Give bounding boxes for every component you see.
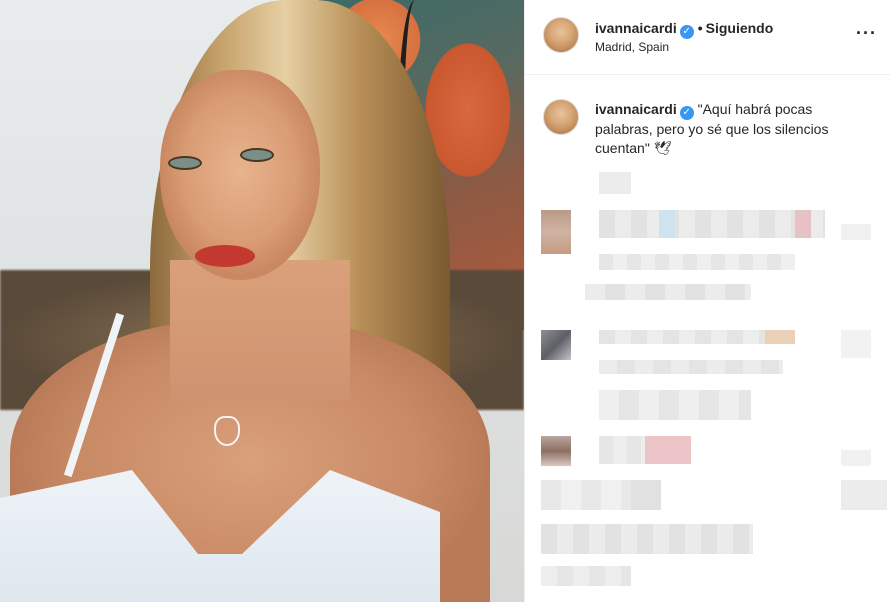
comment-avatar-redacted	[541, 436, 571, 466]
comment-meta-redacted	[599, 390, 751, 420]
comment-accent-redacted	[659, 210, 675, 238]
avatar[interactable]	[543, 17, 579, 53]
comment-line2-redacted	[631, 480, 661, 510]
header-name-line: ivannaicardi ✓ • Siguiendo	[595, 20, 773, 39]
separator-dot: •	[697, 20, 703, 36]
right-eye	[240, 148, 274, 162]
following-button[interactable]: Siguiendo	[706, 20, 774, 36]
caption: ivannaicardi ✓ "Aquí habrá pocas palabras…	[595, 100, 865, 158]
comment-like-redacted	[841, 330, 871, 358]
post-side-panel: ivannaicardi ✓ • Siguiendo Madrid, Spain ··…	[524, 0, 890, 602]
neck	[170, 260, 350, 400]
comment-text-redacted	[599, 210, 825, 238]
header-username[interactable]: ivannaicardi	[595, 20, 677, 36]
verified-badge-icon: ✓	[679, 25, 694, 39]
comment-like-redacted	[841, 450, 871, 466]
verified-badge-icon: ✓	[679, 106, 694, 120]
dove-emoji-icon: 🕊	[653, 140, 672, 156]
location-link[interactable]: Madrid, Spain	[595, 40, 669, 54]
comment-accent-redacted	[795, 210, 811, 238]
post-photo[interactable]	[0, 0, 524, 602]
more-options-icon[interactable]: ···	[856, 24, 877, 42]
dove-pendant	[214, 416, 240, 446]
caption-avatar[interactable]	[543, 99, 579, 135]
lips	[195, 245, 255, 267]
comment-line3-redacted	[541, 524, 753, 554]
comment-like-redacted	[841, 480, 887, 510]
comment-meta-redacted	[585, 284, 751, 300]
comment-line2-redacted	[599, 254, 795, 270]
comment-line2-redacted	[599, 360, 783, 374]
caption-username[interactable]: ivannaicardi	[595, 101, 677, 117]
comment-accent-redacted	[765, 330, 795, 344]
comment-like-redacted	[841, 224, 871, 240]
post-header: ivannaicardi ✓ • Siguiendo Madrid, Spain ··…	[525, 0, 890, 75]
caption-timestamp-redacted	[599, 172, 631, 194]
left-eye	[168, 156, 202, 170]
comment-avatar-redacted	[541, 330, 571, 360]
comment-accent-redacted	[645, 436, 691, 464]
comment-avatar-redacted	[541, 210, 571, 254]
comment-meta-redacted	[541, 566, 631, 586]
